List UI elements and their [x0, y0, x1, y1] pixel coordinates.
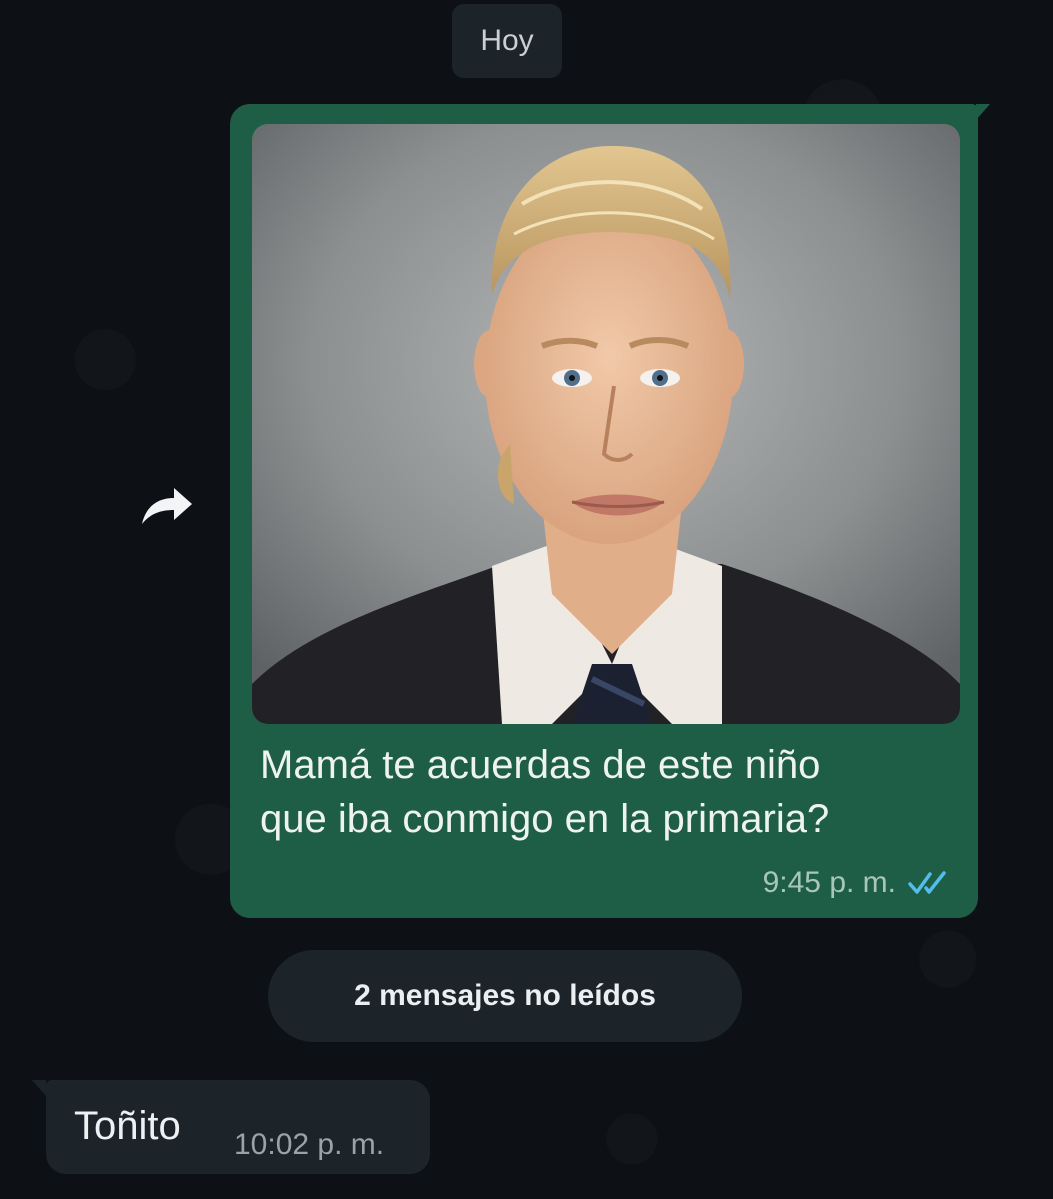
- date-divider: Hoy: [452, 4, 562, 78]
- message-text-line: Mamá te acuerdas de este niño: [260, 743, 821, 787]
- message-text: Toñito: [74, 1104, 181, 1148]
- message-time: 10:02 p. m.: [234, 1128, 385, 1161]
- forward-share-icon[interactable]: [136, 482, 196, 530]
- double-check-read-icon: [908, 871, 946, 894]
- message-meta: 9:45 p. m.: [763, 866, 950, 900]
- message-text-line: que iba conmigo en la primaria?: [260, 797, 830, 841]
- outgoing-message[interactable]: Mamá te acuerdas de este niño que iba co…: [230, 104, 990, 918]
- unread-messages-divider: 2 mensajes no leídos: [268, 950, 742, 1042]
- message-text: Mamá te acuerdas de este niño que iba co…: [260, 738, 950, 846]
- message-photo[interactable]: [252, 124, 960, 724]
- portrait-image: [252, 124, 960, 724]
- message-time: 9:45 p. m.: [762, 866, 896, 899]
- incoming-message[interactable]: Toñito 10:02 p. m.: [32, 1080, 430, 1174]
